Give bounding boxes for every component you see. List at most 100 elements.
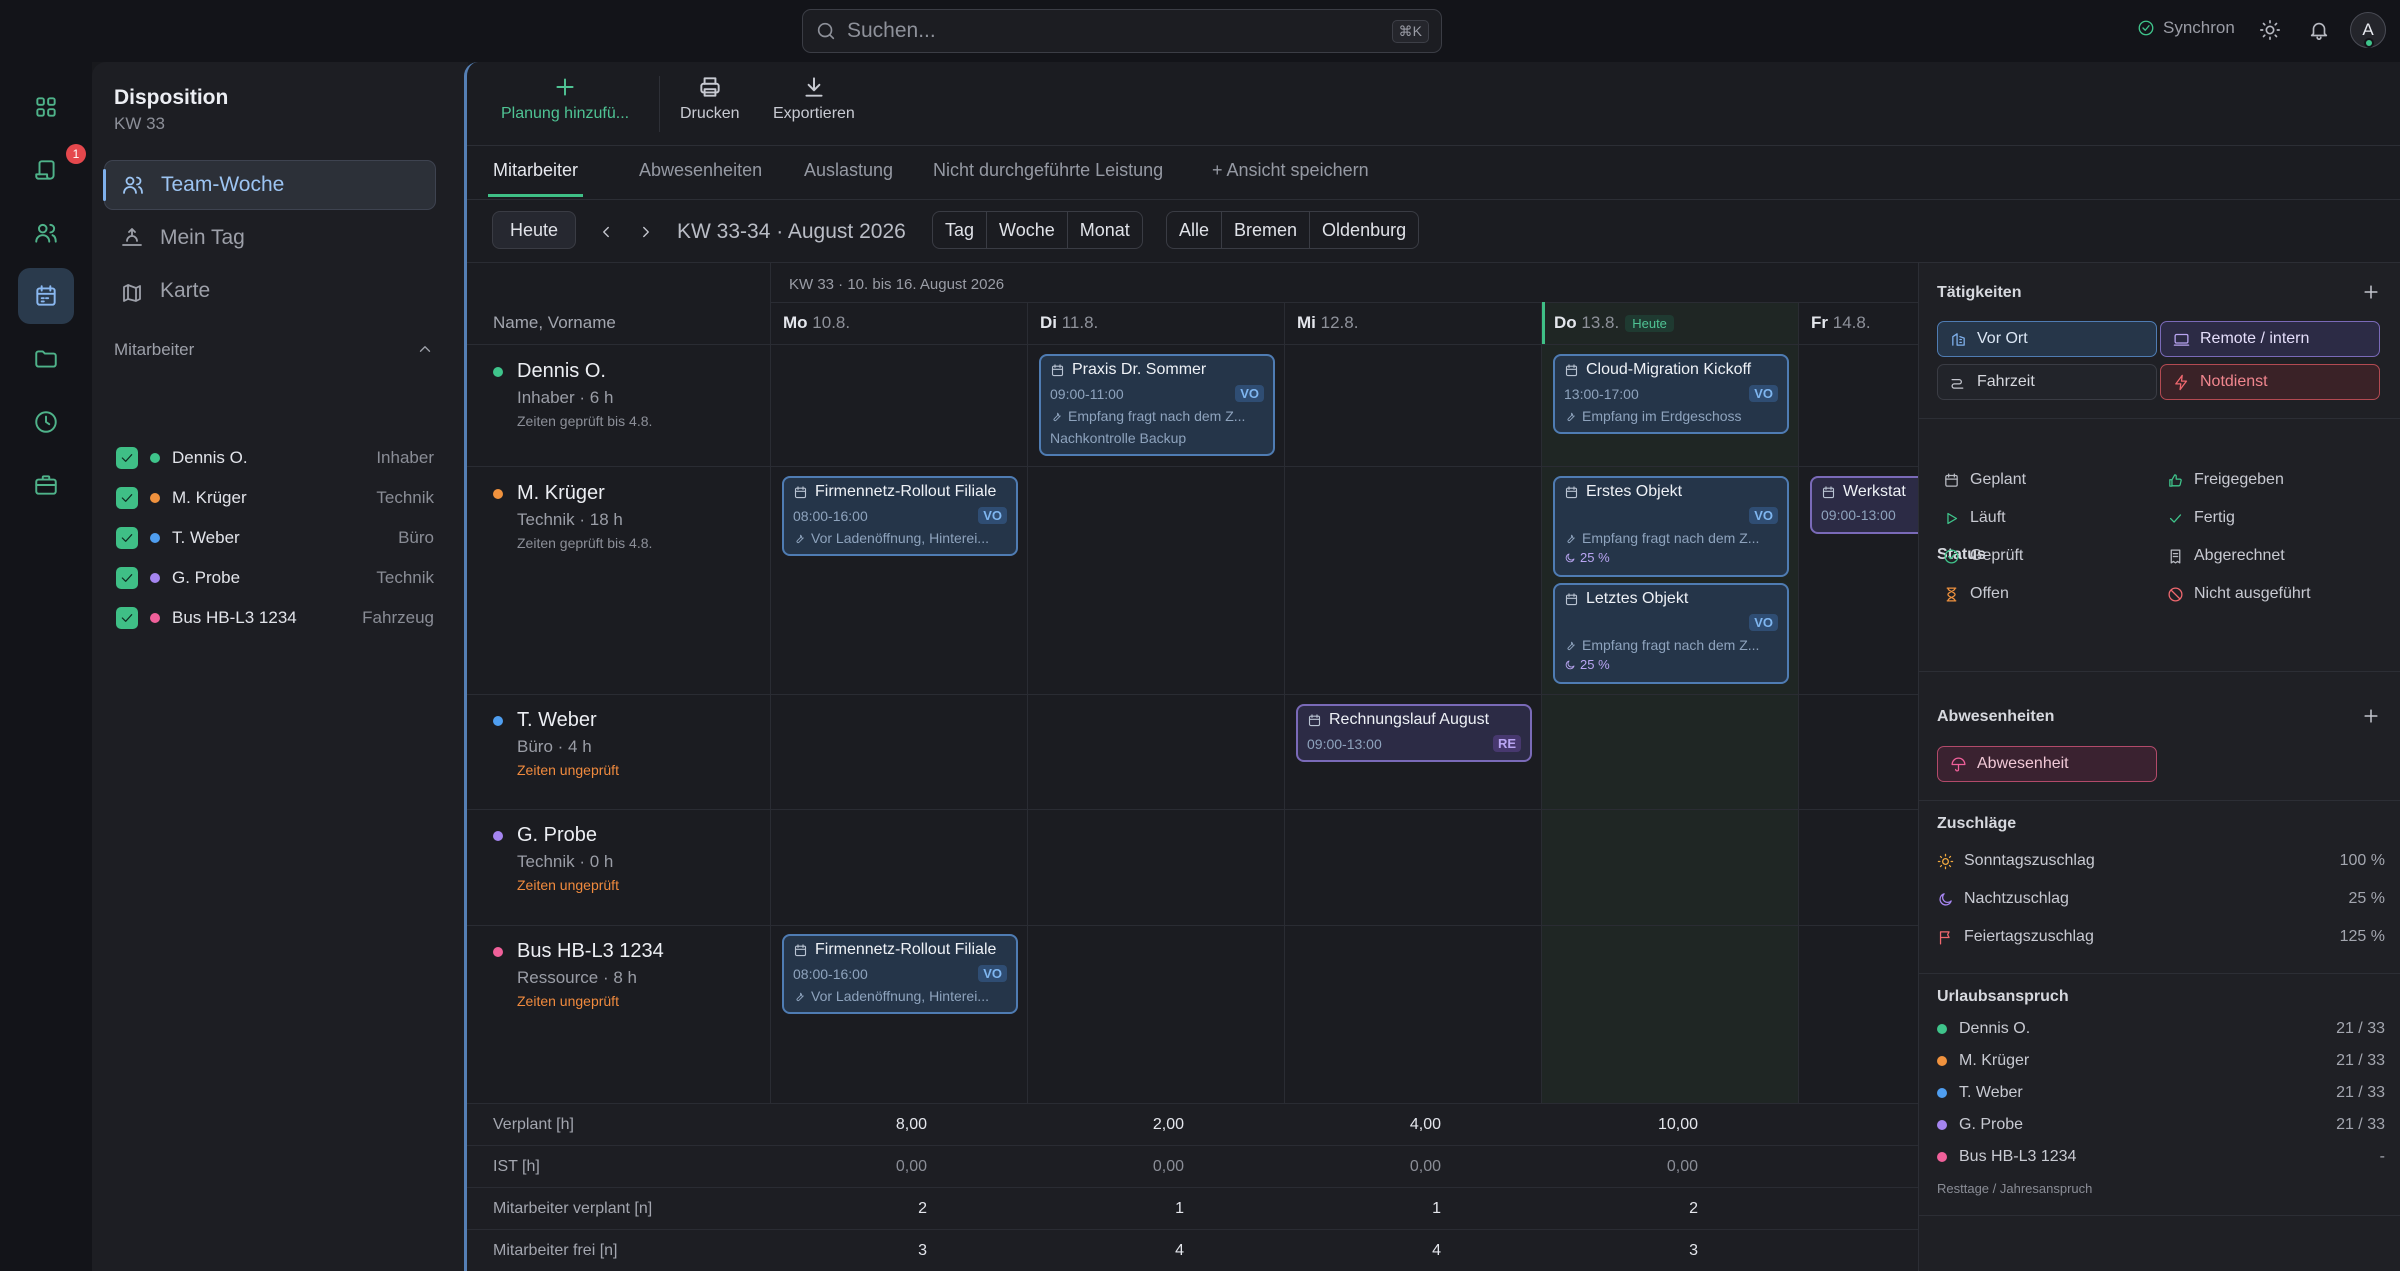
surcharge-row: Nachtzuschlag 25 % bbox=[1937, 890, 2385, 908]
avatar[interactable]: A bbox=[2350, 12, 2386, 48]
activity-chip[interactable]: Fahrzeit bbox=[1937, 364, 2157, 400]
member-row[interactable]: Bus HB-L3 1234 Fahrzeug bbox=[116, 603, 434, 633]
summary-value: 0,00 bbox=[895, 1158, 927, 1175]
tab-abwesenheiten[interactable]: Abwesenheiten bbox=[639, 160, 762, 194]
employee-row[interactable]: M. Krüger Technik · 18 h Zeiten geprüft bi… bbox=[493, 482, 652, 551]
tab-mitarbeiter[interactable]: Mitarbeiter bbox=[488, 160, 584, 197]
summary-label: Mitarbeiter frei [n] bbox=[493, 1242, 618, 1259]
save-view-button[interactable]: + Ansicht speichern bbox=[1212, 160, 1369, 194]
event-time: 09:00-13:00 bbox=[1307, 735, 1382, 752]
day-name: Do bbox=[1554, 313, 1577, 332]
nav-karte[interactable]: Karte bbox=[104, 266, 436, 316]
rail-clock-icon[interactable] bbox=[18, 394, 74, 450]
thumbs-up-icon bbox=[2167, 472, 2184, 489]
grid-line bbox=[467, 694, 1918, 695]
rail-calendar-icon[interactable] bbox=[18, 268, 74, 324]
event-time: 13:00-17:00 bbox=[1564, 385, 1639, 402]
location-oldenburg-button[interactable]: Oldenburg bbox=[1310, 212, 1418, 248]
event-card[interactable]: Firmennetz-Rollout Filiale 08:00-16:00 VO V… bbox=[782, 934, 1018, 1014]
event-card[interactable]: Praxis Dr. Sommer 09:00-11:00 VO Empfang fr… bbox=[1039, 354, 1275, 456]
theme-toggle-sun-icon[interactable] bbox=[2259, 19, 2281, 41]
map-icon bbox=[120, 279, 144, 303]
member-color-dot bbox=[150, 533, 160, 543]
day-header: Di 11.8. bbox=[1040, 313, 1098, 333]
print-button[interactable]: Drucken bbox=[680, 74, 740, 123]
member-checkbox[interactable] bbox=[116, 487, 138, 509]
export-button[interactable]: Exportieren bbox=[773, 74, 855, 123]
event-card[interactable]: Letztes Objekt VO Empfang fragt nach dem Z… bbox=[1553, 583, 1789, 684]
wrench-icon bbox=[793, 532, 806, 545]
location-bremen-button[interactable]: Bremen bbox=[1222, 212, 1311, 248]
chevron-left-icon[interactable] bbox=[597, 223, 615, 241]
today-button[interactable]: Heute bbox=[492, 211, 576, 249]
rail-folder-icon[interactable] bbox=[18, 331, 74, 387]
activity-chip[interactable]: Vor Ort bbox=[1937, 321, 2157, 357]
member-row[interactable]: G. Probe Technik bbox=[116, 563, 434, 593]
grid-line bbox=[467, 262, 1918, 263]
event-title-line: Letztes Objekt bbox=[1564, 590, 1778, 608]
event-title: Firmennetz-Rollout Filiale bbox=[815, 483, 997, 500]
employee-row[interactable]: Bus HB-L3 1234 Ressource · 8 h Zeiten unge… bbox=[493, 940, 664, 1009]
calendar-icon bbox=[1307, 713, 1322, 728]
absences-title-add-button[interactable] bbox=[2361, 706, 2381, 731]
day-header: Do 13.8. Heute bbox=[1554, 313, 1674, 333]
activity-chip[interactable]: Remote / intern bbox=[2160, 321, 2380, 357]
day-header: Mi 12.8. bbox=[1297, 313, 1358, 333]
employee-row[interactable]: T. Weber Büro · 4 h Zeiten ungeprüft bbox=[493, 709, 619, 778]
rail-briefcase-icon[interactable] bbox=[18, 457, 74, 513]
rail-tickets-icon[interactable]: 1 bbox=[18, 142, 86, 198]
day-date: 10.8. bbox=[812, 313, 851, 332]
chevron-right-icon[interactable] bbox=[637, 223, 655, 241]
event-note-line: Empfang fragt nach dem Z... bbox=[1050, 408, 1264, 424]
event-time-line: 08:00-16:00 VO bbox=[793, 965, 1007, 982]
members-title: Mitarbeiter bbox=[114, 340, 195, 359]
event-card[interactable]: Cloud-Migration Kickoff 13:00-17:00 VO Empf… bbox=[1553, 354, 1789, 434]
event-time-line: VO bbox=[1564, 507, 1778, 524]
event-card[interactable]: Erstes Objekt VO Empfang fragt nach dem Z.… bbox=[1553, 476, 1789, 577]
member-checkbox[interactable] bbox=[116, 607, 138, 629]
calendar-icon bbox=[1943, 472, 1960, 489]
wrench-icon bbox=[793, 990, 806, 1003]
view-tag-button[interactable]: Tag bbox=[933, 212, 988, 248]
bell-icon[interactable] bbox=[2308, 19, 2330, 41]
rail-dashboard-grid-icon[interactable] bbox=[18, 79, 74, 135]
activities-title-add-button[interactable] bbox=[2361, 282, 2381, 307]
view-woche-button[interactable]: Woche bbox=[987, 212, 1068, 248]
member-checkbox[interactable] bbox=[116, 567, 138, 589]
event-card[interactable]: Firmennetz-Rollout Filiale 08:00-16:00 VO V… bbox=[782, 476, 1018, 556]
employee-color-dot bbox=[493, 366, 503, 377]
member-checkbox[interactable] bbox=[116, 447, 138, 469]
view-monat-button[interactable]: Monat bbox=[1068, 212, 1142, 248]
search-input[interactable]: Suchen... ⌘K bbox=[802, 9, 1442, 53]
member-row[interactable]: T. Weber Büro bbox=[116, 523, 434, 553]
employee-row[interactable]: G. Probe Technik · 0 h Zeiten ungeprüft bbox=[493, 824, 619, 893]
export-label: Exportieren bbox=[773, 105, 855, 122]
summary-label: Mitarbeiter verplant [n] bbox=[493, 1200, 653, 1217]
employee-color-dot bbox=[493, 715, 503, 726]
tab-nicht-durchgefuehrt[interactable]: Nicht durchgeführte Leistung bbox=[933, 160, 1163, 194]
event-card[interactable]: Werkstat 09:00-13:00 bbox=[1810, 476, 1918, 534]
ban-icon bbox=[2167, 586, 2184, 603]
absence-chip[interactable]: Abwesenheit bbox=[1937, 746, 2157, 782]
location-alle-button[interactable]: Alle bbox=[1167, 212, 1223, 248]
member-row[interactable]: M. Krüger Technik bbox=[116, 483, 434, 513]
employee-row[interactable]: Dennis O. Inhaber · 6 h Zeiten geprüft bis… bbox=[493, 360, 652, 429]
summary-value: 4,00 bbox=[1409, 1116, 1441, 1133]
sync-status[interactable]: Synchron bbox=[2137, 18, 2235, 38]
members-header[interactable]: Mitarbeiter bbox=[114, 340, 434, 360]
nav-label: Team-Woche bbox=[161, 173, 285, 196]
building-icon bbox=[1950, 331, 1967, 348]
tab-auslastung[interactable]: Auslastung bbox=[804, 160, 893, 194]
add-planning-button[interactable]: Planung hinzufü... bbox=[501, 74, 629, 123]
employee-name: T. Weber bbox=[517, 709, 597, 731]
chevron-up-icon[interactable] bbox=[416, 340, 434, 360]
rail-users-icon[interactable] bbox=[18, 205, 74, 261]
event-card[interactable]: Rechnungslauf August 09:00-13:00 RE bbox=[1296, 704, 1532, 762]
surcharge-value: 25 % bbox=[2348, 890, 2385, 907]
member-checkbox[interactable] bbox=[116, 527, 138, 549]
nav-team-woche[interactable]: Team-Woche bbox=[103, 160, 436, 210]
member-row[interactable]: Dennis O. Inhaber bbox=[116, 443, 434, 473]
activity-chip[interactable]: Notdienst bbox=[2160, 364, 2380, 400]
nav-mein-tag[interactable]: Mein Tag bbox=[104, 213, 436, 263]
employee-name: Bus HB-L3 1234 bbox=[517, 940, 664, 962]
